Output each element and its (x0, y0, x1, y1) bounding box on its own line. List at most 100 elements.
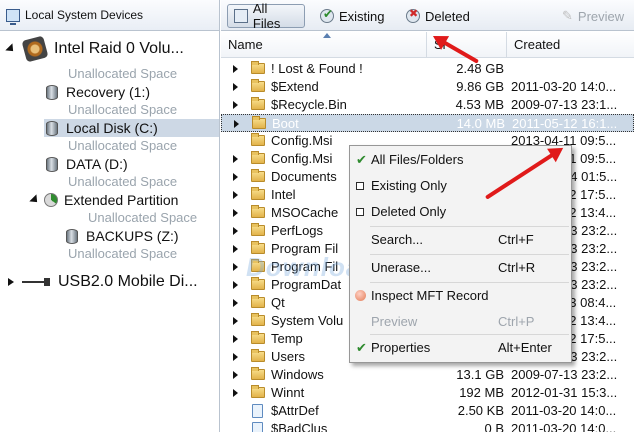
tree-node-label: Intel Raid 0 Volu... (54, 40, 184, 57)
tree-node-label: Local Disk (C:) (66, 120, 158, 136)
menu-item-preview[interactable]: Preview Ctrl+P (350, 310, 571, 334)
file-name: Boot (272, 116, 299, 131)
expand-arrow-icon[interactable] (234, 120, 239, 128)
expand-arrow-icon[interactable] (233, 83, 238, 91)
existing-button[interactable]: Existing (313, 4, 392, 28)
folder-icon (251, 205, 265, 218)
folder-icon (251, 61, 265, 74)
menu-item-label: Deleted Only (371, 204, 447, 219)
menu-item-deleted-only[interactable]: Deleted Only (350, 200, 571, 224)
folder-icon (251, 259, 265, 272)
tree-node-unallocated[interactable]: Unallocated Space (68, 246, 177, 261)
tree-node-extended-partition[interactable]: Extended Partition (29, 191, 178, 209)
file-row[interactable]: $AttrDef 2.50 KB 2011-03-20 14:0... (221, 402, 634, 420)
checkbox-icon (356, 208, 364, 216)
expand-arrow-icon[interactable] (233, 389, 238, 397)
menu-separator (370, 282, 569, 283)
deleted-button[interactable]: Deleted (399, 4, 477, 28)
expand-arrow-icon[interactable] (8, 278, 14, 286)
expand-arrow-icon[interactable] (233, 209, 238, 217)
expand-arrow-icon[interactable] (233, 173, 238, 181)
file-row[interactable]: $Extend 9.86 GB 2011-03-20 14:0... (221, 78, 634, 96)
column-header: Name Si Created (221, 32, 634, 58)
expand-arrow-icon[interactable] (233, 101, 238, 109)
tree-node-unallocated[interactable]: Unallocated Space (68, 66, 177, 81)
folder-icon (251, 367, 265, 380)
tree-node-local-disk-c[interactable]: Local Disk (C:) (44, 119, 219, 137)
expand-arrow-icon[interactable] (233, 245, 238, 253)
menu-item-inspect-mft-record[interactable]: Inspect MFT Record (350, 284, 571, 308)
expand-arrow-icon[interactable] (233, 335, 238, 343)
expand-arrow-icon[interactable] (233, 227, 238, 235)
file-row[interactable]: Boot 14.0 MB 2011-05-12 16:1... (221, 114, 634, 132)
menu-item-search[interactable]: Search... Ctrl+F (350, 228, 571, 252)
menu-separator (370, 254, 569, 255)
file-name: Temp (271, 331, 303, 346)
file-size: 0 B (484, 421, 504, 432)
tree-node-unallocated[interactable]: Unallocated Space (68, 102, 177, 117)
file-row[interactable]: ! Lost & Found ! 2.48 GB (221, 60, 634, 78)
tree-node-intel-raid[interactable]: Intel Raid 0 Volu... (5, 35, 184, 63)
file-name: Windows (271, 367, 324, 382)
menu-item-shortcut: Alt+Enter (498, 340, 552, 355)
menu-item-all-files-folders[interactable]: ✔ All Files/Folders (350, 148, 571, 172)
file-row[interactable]: Winnt 192 MB 2012-01-31 15:3... (221, 384, 634, 402)
expand-arrow-icon[interactable] (233, 317, 238, 325)
file-icon (252, 422, 263, 432)
preview-label: Preview (577, 8, 625, 24)
volume-icon (46, 120, 58, 136)
folder-icon (251, 79, 265, 92)
folder-icon (251, 187, 265, 200)
column-name[interactable]: Name (221, 32, 427, 58)
tree-node-unallocated[interactable]: Unallocated Space (68, 138, 177, 153)
file-created: 2011-03-20 14:0... (511, 403, 617, 418)
file-name: Config.Msi (271, 151, 333, 166)
file-created: 2009-07-13 23:2... (511, 367, 618, 382)
expand-arrow-icon[interactable] (233, 65, 238, 73)
file-name: $AttrDef (271, 403, 319, 418)
file-name: Qt (271, 295, 285, 310)
tree-node-label: DATA (D:) (66, 156, 128, 172)
tree-node-data-d[interactable]: DATA (D:) (46, 155, 128, 173)
volume-icon (46, 84, 58, 100)
expand-arrow-icon[interactable] (5, 43, 17, 55)
menu-item-existing-only[interactable]: Existing Only (350, 174, 571, 198)
tree-node-unallocated[interactable]: Unallocated Space (68, 174, 177, 189)
tree-node-recovery[interactable]: Recovery (1:) (46, 83, 150, 101)
file-created: 2011-03-20 14:0... (511, 421, 617, 432)
tree-node-backups-z[interactable]: BACKUPS (Z:) (66, 227, 179, 245)
menu-item-unerase[interactable]: Unerase... Ctrl+R (350, 256, 571, 280)
volume-icon (66, 228, 78, 244)
menu-item-properties[interactable]: ✔ Properties Alt+Enter (350, 336, 571, 360)
folder-icon (251, 331, 265, 344)
folder-icon (251, 97, 265, 110)
column-created[interactable]: Created (507, 32, 634, 58)
expand-arrow-icon[interactable] (233, 155, 238, 163)
expand-arrow-icon[interactable] (233, 353, 238, 361)
file-row[interactable]: $Recycle.Bin 4.53 MB 2009-07-13 23:1... (221, 96, 634, 114)
file-row[interactable]: Windows 13.1 GB 2009-07-13 23:2... (221, 366, 634, 384)
expand-arrow-icon[interactable] (233, 281, 238, 289)
menu-item-shortcut: Ctrl+P (498, 314, 535, 329)
file-row[interactable]: $BadClus 0 B 2011-03-20 14:0... (221, 420, 634, 432)
expand-arrow-icon[interactable] (233, 371, 238, 379)
expand-arrow-icon[interactable] (233, 191, 238, 199)
inspect-icon (355, 290, 366, 301)
tree-node-usb-drive[interactable]: USB2.0 Mobile Di... (8, 270, 198, 294)
all-files-button[interactable]: All Files (227, 1, 305, 31)
folder-icon (251, 385, 265, 398)
file-created: 2009-07-13 23:1... (511, 97, 618, 112)
file-name: $Extend (271, 79, 319, 94)
file-created: 2011-05-12 16:1... (512, 116, 618, 131)
existing-icon (320, 7, 334, 23)
hard-drive-icon (21, 35, 49, 63)
device-tree-header: Local System Devices (0, 0, 219, 31)
file-name: Users (271, 349, 305, 364)
expand-arrow-icon[interactable] (29, 194, 41, 206)
expand-arrow-icon[interactable] (233, 263, 238, 271)
tree-node-unallocated[interactable]: Unallocated Space (88, 210, 197, 225)
column-name-label: Name (228, 37, 263, 52)
folder-icon (251, 133, 265, 146)
preview-button[interactable]: ✎ Preview (555, 4, 631, 28)
expand-arrow-icon[interactable] (233, 299, 238, 307)
